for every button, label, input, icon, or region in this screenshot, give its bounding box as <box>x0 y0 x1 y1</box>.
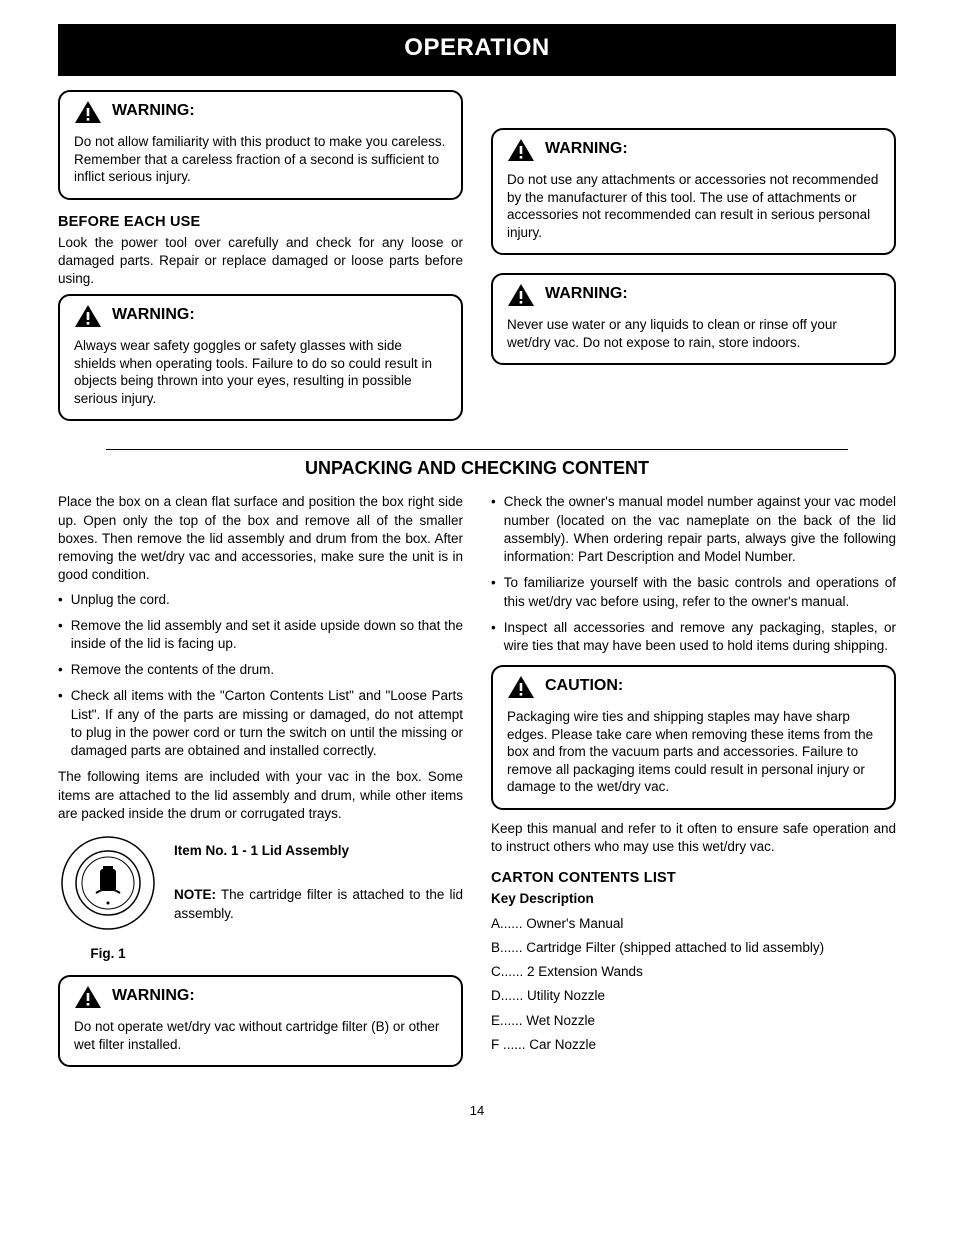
figure-caption: Fig. 1 <box>58 946 158 961</box>
warning-box-goggles: WARNING: Always wear safety goggles or s… <box>58 294 463 421</box>
warning-text: Do not allow familiarity with this produ… <box>74 133 447 186</box>
warning-icon <box>74 985 102 1014</box>
list-text: Inspect all accessories and remove any p… <box>504 619 896 655</box>
bullet-dot: • <box>491 574 496 610</box>
list-item: •Check all items with the "Carton Conten… <box>58 687 463 760</box>
paragraph-keep-manual: Keep this manual and refer to it often t… <box>491 820 896 856</box>
figure-heading: Item No. 1 - 1 Lid Assembly <box>174 842 463 860</box>
carton-item: C...... 2 Extension Wands <box>491 963 896 981</box>
list-text: Check the owner's manual model number ag… <box>504 493 896 566</box>
list-text: Remove the lid assembly and set it aside… <box>71 617 463 653</box>
warning-label: WARNING: <box>545 140 628 158</box>
carton-contents-cols: Key Description <box>491 890 896 908</box>
warning-icon <box>507 283 535 312</box>
carton-item: E...... Wet Nozzle <box>491 1012 896 1030</box>
figure-lid-assembly: Item No. 1 - 1 Lid Assembly NOTE: The ca… <box>58 833 463 938</box>
note-text: NOTE: The cartridge filter is attached t… <box>174 886 463 922</box>
warning-label: WARNING: <box>112 306 195 324</box>
warning-icon <box>507 138 535 167</box>
warning-label: WARNING: <box>112 102 195 120</box>
section-divider <box>106 449 848 450</box>
bullet-dot: • <box>58 661 63 679</box>
lid-assembly-icon <box>58 833 158 938</box>
warning-icon <box>74 304 102 333</box>
warning-icon <box>74 100 102 129</box>
page-number: 14 <box>58 1103 896 1118</box>
carton-contents-heading: CARTON CONTENTS LIST <box>491 870 896 886</box>
caution-text: Packaging wire ties and shipping staples… <box>507 708 880 796</box>
bullet-dot: • <box>58 591 63 609</box>
warning-label: WARNING: <box>545 285 628 303</box>
before-each-use-heading: BEFORE EACH USE <box>58 214 463 230</box>
warning-text: Do not operate wet/dry vac without cartr… <box>74 1018 447 1053</box>
before-each-use-text: Look the power tool over carefully and c… <box>58 234 463 289</box>
bullet-dot: • <box>58 617 63 653</box>
list-text: Unplug the cord. <box>71 591 170 609</box>
bullet-dot: • <box>491 619 496 655</box>
list-item: • Unplug the cord. <box>58 591 463 609</box>
list-text: Remove the contents of the drum. <box>71 661 274 679</box>
page-title: OPERATION <box>58 24 896 76</box>
carton-item: A...... Owner's Manual <box>491 915 896 933</box>
paragraph-included: The following items are included with yo… <box>58 768 463 823</box>
list-item: •Inspect all accessories and remove any … <box>491 619 896 655</box>
carton-item: B...... Cartridge Filter (shipped attach… <box>491 939 896 957</box>
carton-item: F ...... Car Nozzle <box>491 1036 896 1054</box>
carton-item: D...... Utility Nozzle <box>491 987 896 1005</box>
warning-box-filter: WARNING: Do not operate wet/dry vac with… <box>58 975 463 1067</box>
warning-box-water: WARNING: Never use water or any liquids … <box>491 273 896 365</box>
warning-box-careless: WARNING: Do not allow familiarity with t… <box>58 90 463 200</box>
caution-box-packaging: CAUTION: Packaging wire ties and shippin… <box>491 665 896 810</box>
list-item: •Remove the lid assembly and set it asid… <box>58 617 463 653</box>
warning-text: Never use water or any liquids to clean … <box>507 316 880 351</box>
section-subtitle: UNPACKING AND CHECKING CONTENT <box>58 458 896 479</box>
list-item: •Check the owner's manual model number a… <box>491 493 896 566</box>
list-item: • Remove the contents of the drum. <box>58 661 463 679</box>
warning-text: Always wear safety goggles or safety gla… <box>74 337 447 407</box>
warning-text: Do not use any attachments or accessorie… <box>507 171 880 241</box>
bullet-dot: • <box>58 687 63 760</box>
bullet-dot: • <box>491 493 496 566</box>
warning-label: WARNING: <box>112 987 195 1005</box>
list-text: To familiarize yourself with the basic c… <box>504 574 896 610</box>
list-item: •To familiarize yourself with the basic … <box>491 574 896 610</box>
list-text: Check all items with the "Carton Content… <box>71 687 463 760</box>
warning-box-attachments: WARNING: Do not use any attachments or a… <box>491 128 896 255</box>
warning-icon <box>507 675 535 704</box>
paragraph-unpack: Place the box on a clean flat surface an… <box>58 493 463 584</box>
caution-label: CAUTION: <box>545 677 623 695</box>
